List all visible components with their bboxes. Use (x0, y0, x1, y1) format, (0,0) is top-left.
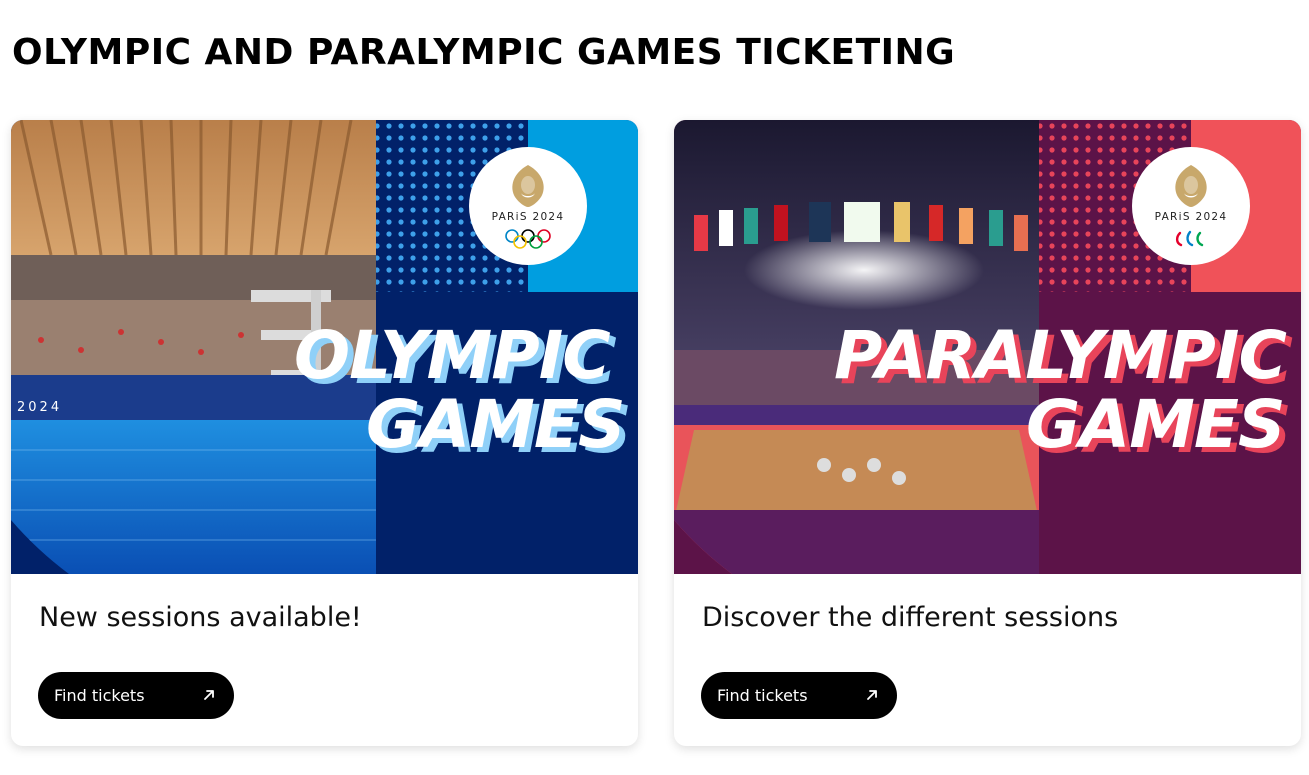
olympic-games-banner[interactable]: OLYMPIC GAMES 2024 PARiS 2024 (11, 120, 638, 574)
ticketing-cards: OLYMPIC GAMES 2024 PARiS 2024 New sessio… (11, 120, 1301, 746)
olympic-headline-line2: GAMES (366, 386, 626, 463)
logo-paris-2024-text: PARiS 2024 (1154, 211, 1228, 223)
flame-emblem-icon (1175, 165, 1207, 207)
page-title: OLYMPIC AND PARALYMPIC GAMES TICKETING (12, 32, 956, 73)
button-label: Find tickets (717, 686, 808, 705)
card-heading: New sessions available! (39, 602, 362, 633)
arrow-up-right-icon (867, 690, 877, 700)
button-label: Find tickets (54, 686, 145, 705)
olympic-rings-icon (505, 229, 551, 249)
venue-sign-2024: 2024 (17, 400, 63, 415)
olympic-games-card[interactable]: OLYMPIC GAMES 2024 PARiS 2024 New sessio… (11, 120, 638, 746)
paris-2024-olympic-logo: PARiS 2024 (469, 147, 587, 265)
paralympic-card-body: Discover the different sessions Find tic… (674, 574, 1301, 746)
logo-paris-2024-text: PARiS 2024 (491, 211, 565, 223)
paralympic-agitos-icon (1175, 230, 1204, 247)
paralympic-headline-line1: PARALYMPIC (834, 317, 1287, 394)
olympic-headline-line1: OLYMPIC (294, 317, 611, 394)
card-heading: Discover the different sessions (702, 602, 1119, 633)
arrow-up-right-icon (204, 690, 214, 700)
paralympic-games-card[interactable]: PARALYMPIC GAMES PARiS 2024 Discover the… (674, 120, 1301, 746)
find-tickets-button[interactable]: Find tickets (701, 672, 897, 719)
paris-2024-paralympic-logo: PARiS 2024 (1132, 147, 1250, 265)
paralympic-headline-line2: GAMES (1026, 386, 1286, 463)
flame-emblem-icon (512, 165, 544, 207)
find-tickets-button[interactable]: Find tickets (38, 672, 234, 719)
olympic-card-body: New sessions available! Find tickets (11, 574, 638, 746)
paralympic-games-banner[interactable]: PARALYMPIC GAMES PARiS 2024 (674, 120, 1301, 574)
